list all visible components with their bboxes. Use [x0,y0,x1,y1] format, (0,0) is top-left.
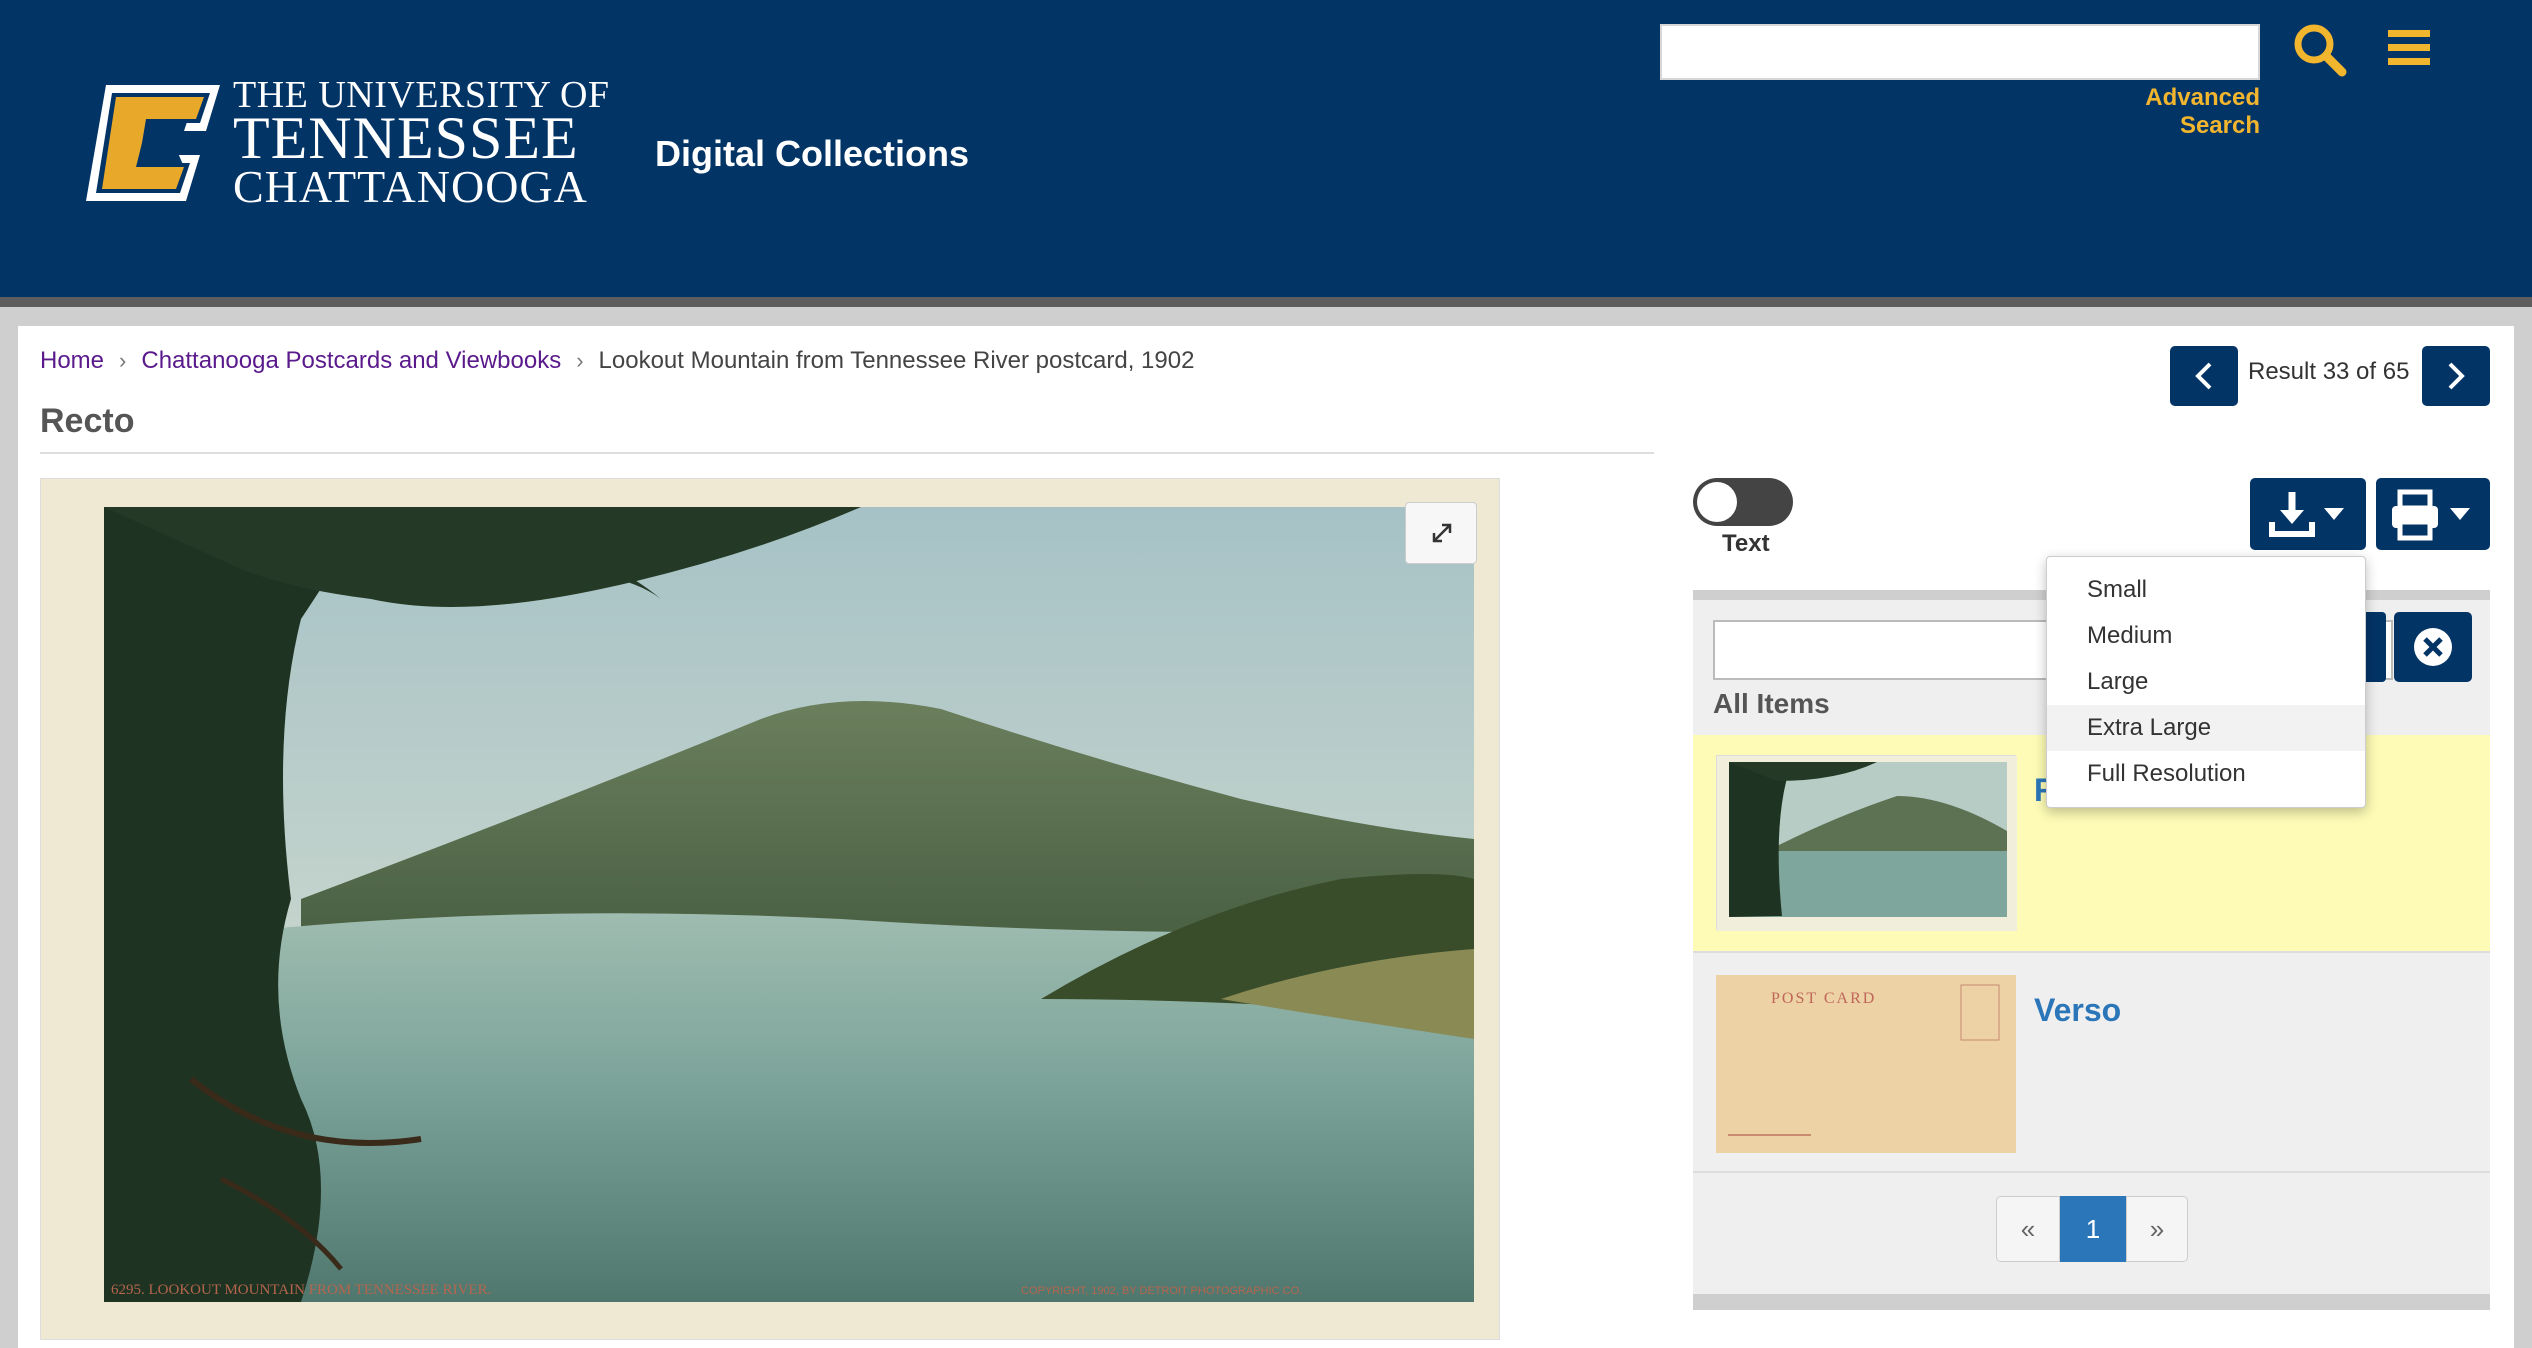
verso-item-title[interactable]: Verso [2034,992,2121,1029]
postcard-caption-left: 6295. LOOKOUT MOUNTAIN FROM TENNESSEE RI… [111,1282,491,1298]
chevron-left-icon [2195,362,2212,390]
menu-button[interactable] [2385,26,2435,70]
breadcrumb: Home › Chattanooga Postcards and Viewboo… [40,347,1194,375]
utc-logo[interactable]: THE UNIVERSITY OF TENNESSEE CHATTANOOGA [78,74,609,214]
all-items-heading: All Items [1713,688,1830,719]
chevron-right-icon [2448,362,2465,390]
search-icon [2294,24,2347,77]
download-icon [2269,492,2344,537]
sidebar-bottom-divider [1693,1294,2490,1310]
menu-item-full-resolution[interactable]: Full Resolution [2047,751,2365,797]
menu-item-small[interactable]: Small [2047,567,2365,613]
breadcrumb-current: Lookout Mountain from Tennessee River po… [598,347,1195,374]
clear-filter-button[interactable] [2394,612,2472,682]
text-toggle[interactable] [1693,478,1793,526]
print-button[interactable] [2376,478,2490,550]
hamburger-menu-icon [2388,30,2430,65]
toggle-knob [1697,482,1737,522]
menu-item-extra-large[interactable]: Extra Large [2047,705,2365,751]
expand-icon [1432,523,1452,543]
next-result-button[interactable] [2422,346,2490,406]
postcard-image-viewer[interactable]: 6295. LOOKOUT MOUNTAIN FROM TENNESSEE RI… [40,478,1500,1340]
print-icon [2392,489,2470,541]
text-toggle-label: Text [1722,530,1770,557]
site-header: THE UNIVERSITY OF TENNESSEE CHATTANOOGA … [0,0,2532,297]
result-counter: Result 33 of 65 [2248,358,2410,385]
pager-next-button[interactable]: » [2126,1196,2188,1262]
pager-previous-button[interactable]: « [1996,1196,2060,1262]
title-divider [40,452,1654,454]
search-input[interactable] [1660,24,2260,80]
caret-down-icon [2324,508,2344,520]
recto-thumbnail-image [1717,756,2017,931]
page-title: Recto [40,402,135,440]
breadcrumb-collection[interactable]: Chattanooga Postcards and Viewbooks [141,347,561,375]
previous-result-button[interactable] [2170,346,2238,406]
pager-page-1[interactable]: 1 [2060,1196,2126,1262]
sidebar-pagination: « 1 » [1996,1196,2188,1262]
verso-thumbnail[interactable]: POST CARD [1716,975,2016,1153]
verso-thumbnail-image: POST CARD [1716,975,2016,1153]
chevron-right-icon: › [119,348,127,373]
close-circle-icon [2414,628,2452,666]
caret-down-icon [2450,508,2470,520]
chevron-right-icon: › [576,348,584,373]
logo-line-3: CHATTANOOGA [233,161,588,212]
header-divider [0,297,2532,307]
download-button[interactable] [2250,478,2366,550]
postcard-caption-right: COPYRIGHT, 1902, BY DETROIT PHOTOGRAPHIC… [1021,1285,1302,1297]
menu-item-medium[interactable]: Medium [2047,613,2365,659]
advanced-search-link[interactable]: Advanced Search [2060,84,2260,140]
utc-c-logo-icon [86,85,220,201]
site-title[interactable]: Digital Collections [655,133,969,175]
search-button[interactable] [2290,20,2350,80]
menu-item-large[interactable]: Large [2047,659,2365,705]
recto-thumbnail[interactable] [1716,755,2017,931]
breadcrumb-home[interactable]: Home [40,347,104,375]
logo-line-2: TENNESSEE [233,105,579,171]
download-size-menu: Small Medium Large Extra Large Full Reso… [2046,556,2366,808]
postcard-recto-image: 6295. LOOKOUT MOUNTAIN FROM TENNESSEE RI… [41,479,1499,1339]
verso-thumb-text: POST CARD [1771,990,1876,1007]
fullscreen-button[interactable] [1405,502,1477,564]
